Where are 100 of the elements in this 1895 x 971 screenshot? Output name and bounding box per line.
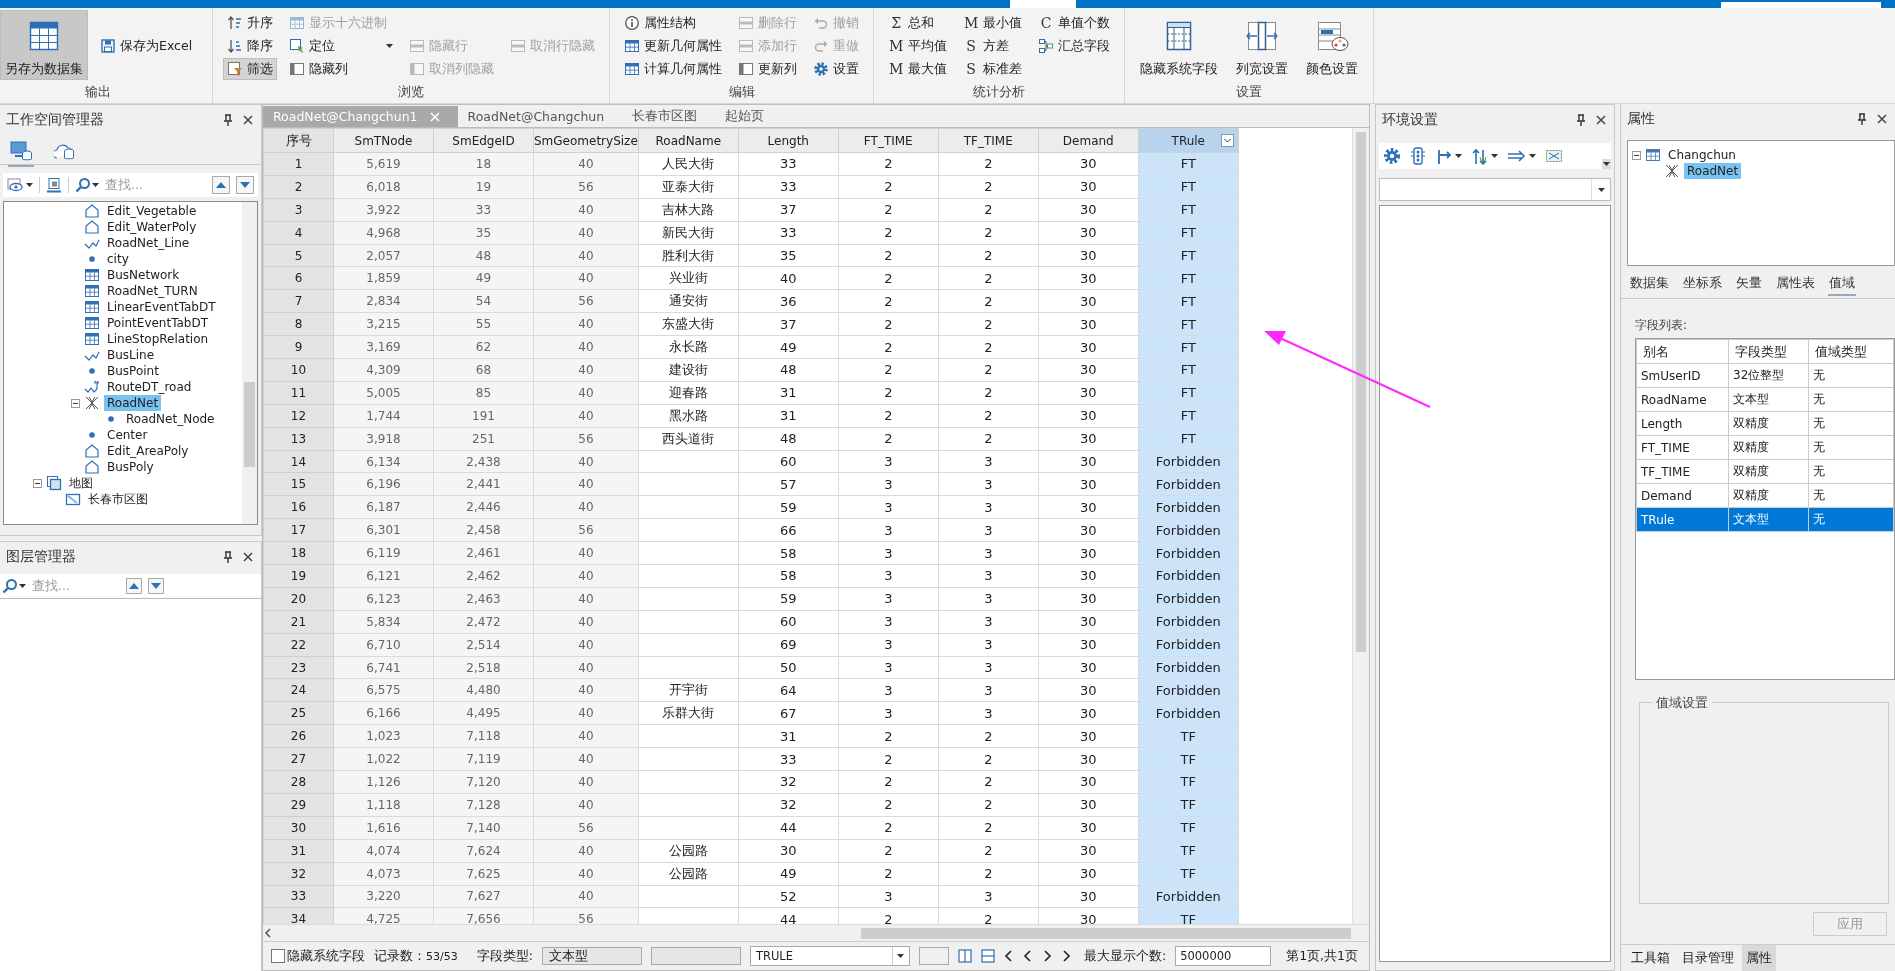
panel-tab[interactable]: 工具箱 (1627, 945, 1674, 971)
ribbon-button[interactable]: S 标准差 (959, 58, 1027, 80)
ribbon-button[interactable]: 更新几何属性 (620, 35, 727, 57)
ribbon-button[interactable]: M 最小值 (959, 12, 1027, 34)
field-row[interactable]: FT_TIME 双精度 无 (1636, 435, 1894, 460)
direction-dropdown[interactable] (1435, 147, 1462, 165)
ribbon-button[interactable]: 计算几何属性 (620, 58, 727, 80)
grid-selection-icon[interactable] (1545, 147, 1563, 165)
layer-icon[interactable] (46, 177, 62, 193)
ribbon-button[interactable]: 汇总字段 (1034, 35, 1115, 57)
max-count-field[interactable]: 5000000 (1175, 946, 1272, 966)
close-icon[interactable] (1596, 115, 1606, 125)
move-up-button[interactable] (212, 176, 230, 194)
search-dropdown[interactable] (2, 578, 26, 594)
split-horizontal-icon[interactable] (980, 949, 995, 963)
tree-item[interactable]: 地图 (66, 475, 96, 491)
close-icon[interactable] (1877, 114, 1887, 124)
property-tab[interactable]: 数据集 (1629, 272, 1670, 296)
close-icon[interactable] (243, 552, 253, 562)
last-page-icon[interactable] (1060, 950, 1071, 962)
ribbon-button[interactable]: 更新列 (734, 58, 802, 80)
tree-item[interactable]: Edit_AreaPoly (104, 443, 192, 459)
tree-item[interactable]: RoadNet (104, 395, 162, 411)
tree-item[interactable]: RoadNet_Node (123, 411, 218, 427)
traffic-light-icon[interactable] (1410, 147, 1426, 165)
column-header[interactable]: SmEdgeID (433, 128, 534, 153)
ribbon-button[interactable]: 另存为数据集 (0, 10, 88, 80)
tree-item[interactable]: PointEventTabDT (104, 315, 212, 331)
property-tab[interactable]: 属性表 (1775, 272, 1816, 296)
column-header[interactable]: SmGeometrySize (533, 128, 639, 153)
previous-page-icon[interactable] (1022, 950, 1033, 962)
search-dropdown[interactable] (75, 177, 99, 193)
panel-tab[interactable] (8, 141, 34, 167)
tree-item[interactable]: RouteDT_road (104, 379, 195, 395)
column-header[interactable]: RoadName (638, 128, 739, 153)
tree-item[interactable]: BusPoly (104, 459, 157, 475)
field-row[interactable]: RoadName 文本型 无 (1636, 387, 1894, 412)
pin-icon[interactable] (223, 551, 233, 563)
expand-toggle[interactable] (33, 478, 42, 488)
ribbon-button[interactable]: Σ 总和 (884, 12, 952, 34)
field-row[interactable]: SmUserID 32位整型 无 (1636, 363, 1894, 388)
document-tab[interactable]: RoadNet@Changchun (457, 106, 623, 127)
property-tab[interactable]: 坐标系 (1682, 272, 1723, 296)
panel-tab[interactable]: 目录管理 (1678, 945, 1738, 971)
column-header[interactable]: Demand (1038, 128, 1139, 153)
ribbon-button[interactable]: 颜色设置 (1301, 10, 1364, 80)
tree-item[interactable]: 长春市区图 (85, 491, 151, 507)
tree-item[interactable]: RoadNet_TURN (104, 283, 201, 299)
column-header[interactable]: TRule (1138, 128, 1239, 153)
vertical-scrollbar[interactable] (242, 202, 257, 524)
tree-item[interactable]: BusNetwork (104, 267, 183, 283)
ribbon-button[interactable]: 降序 (223, 35, 278, 57)
panel-tab[interactable]: 属性 (1742, 945, 1776, 971)
property-tab[interactable]: 矢量 (1735, 272, 1763, 296)
column-header[interactable]: 别名 (1636, 339, 1729, 364)
ribbon-button[interactable]: M 最大值 (884, 58, 952, 80)
ribbon-button[interactable]: S 方差 (959, 35, 1027, 57)
scrollbar-thumb[interactable] (244, 382, 255, 467)
hide-system-fields-checkbox[interactable]: 隐藏系统字段 (271, 947, 365, 965)
pin-icon[interactable] (223, 114, 233, 126)
scrollbar-thumb[interactable] (861, 928, 1351, 939)
ribbon-button[interactable]: 列宽设置 (1231, 10, 1294, 80)
split-vertical-icon[interactable] (957, 949, 972, 963)
field-row[interactable]: Length 双精度 无 (1636, 411, 1894, 436)
first-page-icon[interactable] (1003, 950, 1014, 962)
tree-item[interactable]: city (104, 251, 132, 267)
scrollbar-thumb[interactable] (1356, 132, 1366, 652)
scroll-left-icon[interactable] (263, 928, 273, 938)
move-up-button[interactable] (126, 578, 142, 594)
field-row[interactable]: TRule 文本型 无 (1636, 507, 1894, 532)
ribbon-button[interactable]: M 平均值 (884, 35, 952, 57)
column-header[interactable]: SmTNode (333, 128, 434, 153)
move-down-button[interactable] (148, 578, 164, 594)
tree-item[interactable]: RoadNet (1684, 163, 1742, 179)
tree-item[interactable]: LineStopRelation (104, 331, 212, 347)
ribbon-button[interactable]: 设置 (809, 58, 864, 80)
expand-toggle[interactable] (71, 398, 80, 408)
overflow-button[interactable] (1602, 159, 1611, 169)
move-down-button[interactable] (236, 176, 254, 194)
ribbon-button[interactable]: 升序 (223, 12, 278, 34)
column-header[interactable]: Length (738, 128, 839, 153)
expand-toggle[interactable] (1632, 150, 1641, 160)
tree-item[interactable]: Center (104, 427, 151, 443)
property-tab[interactable]: 值域 (1828, 272, 1856, 296)
ribbon-button[interactable]: 保存为Excel (96, 35, 197, 57)
ribbon-button[interactable]: 定位 (285, 35, 398, 57)
settings-icon[interactable] (1383, 147, 1401, 165)
document-tab[interactable]: 起始页 (715, 106, 783, 127)
ribbon-button[interactable]: 隐藏系统字段 (1135, 10, 1224, 80)
search-field[interactable] (1721, 2, 1881, 8)
column-header[interactable]: 序号 (263, 128, 334, 153)
weight-dropdown[interactable] (1471, 147, 1498, 165)
tree-item[interactable]: LinearEventTabDT (104, 299, 219, 315)
column-header[interactable]: 字段类型 (1728, 339, 1809, 364)
next-page-icon[interactable] (1041, 950, 1052, 962)
visibility-dropdown[interactable] (7, 178, 33, 192)
column-header[interactable]: 值域类型 (1808, 339, 1894, 364)
horizontal-scrollbar[interactable] (263, 924, 1369, 941)
tree-item[interactable]: Edit_Vegetable (104, 203, 200, 219)
field-row[interactable]: TF_TIME 双精度 无 (1636, 459, 1894, 484)
